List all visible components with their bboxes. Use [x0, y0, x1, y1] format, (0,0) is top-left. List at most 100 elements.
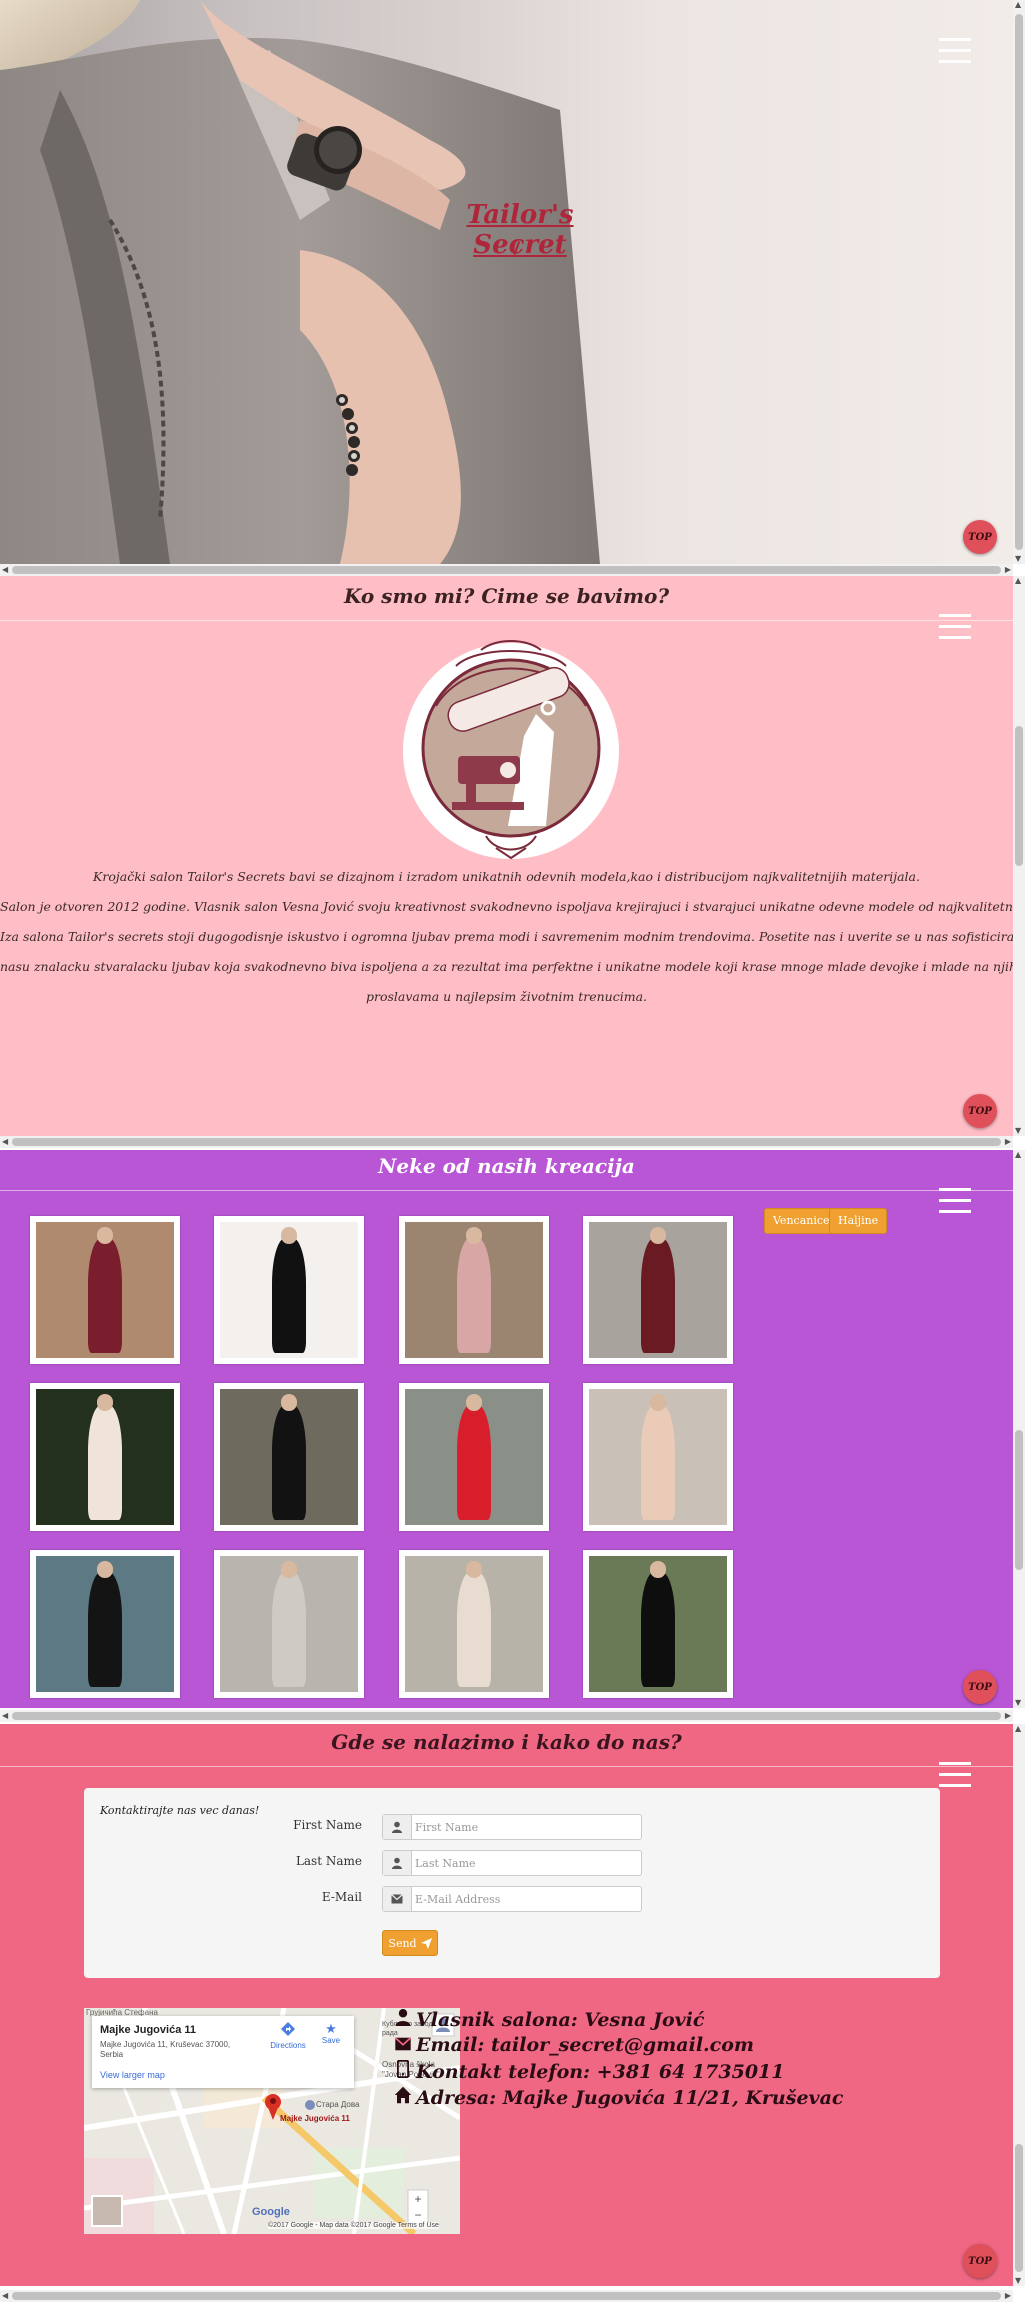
gallery-thumbnail[interactable]: [214, 1216, 364, 1364]
send-button[interactable]: Send: [382, 1930, 438, 1956]
map-footer[interactable]: ©2017 Google - Map data ©2017 Google Ter…: [268, 2222, 439, 2229]
gallery-thumbnail[interactable]: [30, 1216, 180, 1364]
salon-logo: [403, 640, 619, 860]
model-head: [465, 1227, 483, 1244]
about-paragraph: nasu znalacku stvaralacku ljubav koja sv…: [0, 959, 1013, 974]
about-vertical-scrollbar[interactable]: ▲ ▼: [1013, 576, 1025, 1136]
email-label: E-Mail: [321, 1890, 362, 1904]
dress-photo: [405, 1389, 543, 1525]
brand-title[interactable]: Tailor's Secret: [420, 200, 620, 260]
scroll-top-button[interactable]: TOP: [963, 1670, 997, 1704]
user-icon: [392, 2008, 414, 2031]
model-head: [96, 1561, 114, 1578]
directions-button[interactable]: Directions: [268, 2022, 308, 2050]
first-name-label: First Name: [293, 1818, 362, 1832]
home-icon: [392, 2086, 414, 2109]
filter-haljine-button[interactable]: Haljine: [829, 1208, 888, 1234]
gallery-thumbnail[interactable]: [30, 1550, 180, 1698]
mobile-phone-icon: [392, 2059, 414, 2083]
contact-vertical-scrollbar[interactable]: ▲ ▼: [1013, 1724, 1025, 2286]
gallery-thumbnail[interactable]: [399, 1550, 549, 1698]
map-pin-label: Majke Jugovića 11: [280, 2114, 350, 2123]
hero-horizontal-scrollbar[interactable]: ◀ ▶: [0, 564, 1013, 576]
model-head: [465, 1394, 483, 1411]
contact-horizontal-scrollbar[interactable]: ◀ ▶: [0, 2290, 1013, 2302]
model-figure: [457, 1572, 491, 1687]
address-line: Adresa: Majke Jugovića 11/21, Kruševac: [392, 2086, 843, 2109]
menu-hamburger-icon[interactable]: [939, 614, 971, 640]
gallery-thumbnail[interactable]: [214, 1383, 364, 1531]
save-place-button[interactable]: ★ Save: [314, 2022, 348, 2046]
model-head: [280, 1561, 298, 1578]
email-group: [382, 1886, 642, 1912]
about-horizontal-scrollbar[interactable]: ◀ ▶: [0, 1136, 1013, 1148]
dress-photo: [220, 1556, 358, 1692]
gallery-thumbnail[interactable]: [583, 1550, 733, 1698]
map-poi-label: Стара Дова: [316, 2100, 360, 2109]
email-input[interactable]: [413, 1887, 637, 1911]
svg-text:−: −: [414, 2208, 421, 2222]
gallery-thumbnail[interactable]: [399, 1383, 549, 1531]
envelope-icon: [392, 2034, 414, 2056]
last-name-label: Last Name: [295, 1854, 362, 1868]
last-name-input[interactable]: [413, 1851, 637, 1875]
gallery-thumbnail[interactable]: [214, 1550, 364, 1698]
email-line: Email: tailor_secret@gmail.com: [392, 2034, 754, 2056]
directions-label: Directions: [270, 2041, 306, 2050]
model-figure: [641, 1572, 675, 1687]
gallery-thumbnail[interactable]: [399, 1216, 549, 1364]
about-title: Ko smo mi? Cime se bavimo?: [343, 584, 670, 608]
scroll-top-button[interactable]: TOP: [963, 2244, 997, 2278]
user-icon: [383, 1815, 412, 1839]
gallery-vertical-scrollbar[interactable]: ▲ ▼: [1013, 1150, 1025, 1708]
gallery-horizontal-scrollbar[interactable]: ◀ ▶: [0, 1710, 1013, 1722]
owner-line: Vlasnik salona: Vesna Jović: [392, 2008, 704, 2031]
about-text: Krojački salon Tailor's Secrets bavi se …: [0, 862, 1013, 1012]
model-head: [649, 1561, 667, 1578]
first-name-group: [382, 1814, 642, 1840]
gallery-thumbnail[interactable]: [30, 1383, 180, 1531]
gallery-thumbnail[interactable]: [583, 1383, 733, 1531]
phone-text: Kontakt telefon: +381 64 1735011: [416, 2061, 785, 2083]
map-info-card: Majke Jugovića 11 Majke Jugovića 11, Kru…: [92, 2016, 354, 2088]
dress-photo: [405, 1556, 543, 1692]
email-text[interactable]: Email: tailor_secret@gmail.com: [416, 2034, 754, 2056]
model-head: [96, 1227, 114, 1244]
google-logo: Google: [252, 2206, 290, 2218]
hero-photo: [0, 0, 600, 564]
contact-section: Gde se nalazimo i kako do nas? Kontaktir…: [0, 1724, 1013, 2286]
map-address-line: Majke Jugovića 11, Kruševac 37000,: [100, 2040, 231, 2049]
menu-hamburger-icon[interactable]: [939, 1188, 971, 1214]
menu-hamburger-icon[interactable]: [939, 1762, 971, 1788]
model-figure: [88, 1238, 122, 1353]
map-address-line: Serbia: [100, 2050, 124, 2059]
save-label: Save: [321, 2036, 341, 2045]
map-place-name: Majke Jugovića 11: [100, 2024, 196, 2036]
dress-photo: [589, 1556, 727, 1692]
scroll-top-button[interactable]: TOP: [963, 520, 997, 554]
first-name-input[interactable]: [413, 1815, 637, 1839]
scroll-top-button[interactable]: TOP: [963, 1094, 997, 1128]
model-head: [465, 1561, 483, 1578]
about-paragraph: Krojački salon Tailor's Secrets bavi se …: [93, 869, 920, 884]
about-paragraph: proslavama u najlepsim životnim trenucim…: [365, 989, 648, 1004]
dress-photo: [36, 1389, 174, 1525]
envelope-icon: [383, 1887, 412, 1911]
model-figure: [457, 1238, 491, 1353]
directions-icon: [281, 2022, 295, 2036]
hero-vertical-scrollbar[interactable]: ▲ ▼: [1013, 0, 1025, 564]
user-icon: [383, 1851, 412, 1875]
contact-title: Gde se nalazimo i kako do nas?: [331, 1730, 682, 1754]
divider: [0, 1766, 1013, 1767]
send-label: Send: [388, 1936, 417, 1950]
gallery-thumbnail[interactable]: [583, 1216, 733, 1364]
email-row: E-Mail: [84, 1886, 940, 1912]
dress-photo: [220, 1222, 358, 1358]
model-head: [649, 1227, 667, 1244]
filter-vencanice-button[interactable]: Vencanice: [764, 1208, 839, 1234]
view-larger-map-link[interactable]: View larger map: [100, 2070, 165, 2080]
divider: [0, 1190, 1013, 1191]
model-head: [96, 1394, 114, 1411]
model-head: [280, 1394, 298, 1411]
menu-hamburger-icon[interactable]: [939, 38, 971, 64]
